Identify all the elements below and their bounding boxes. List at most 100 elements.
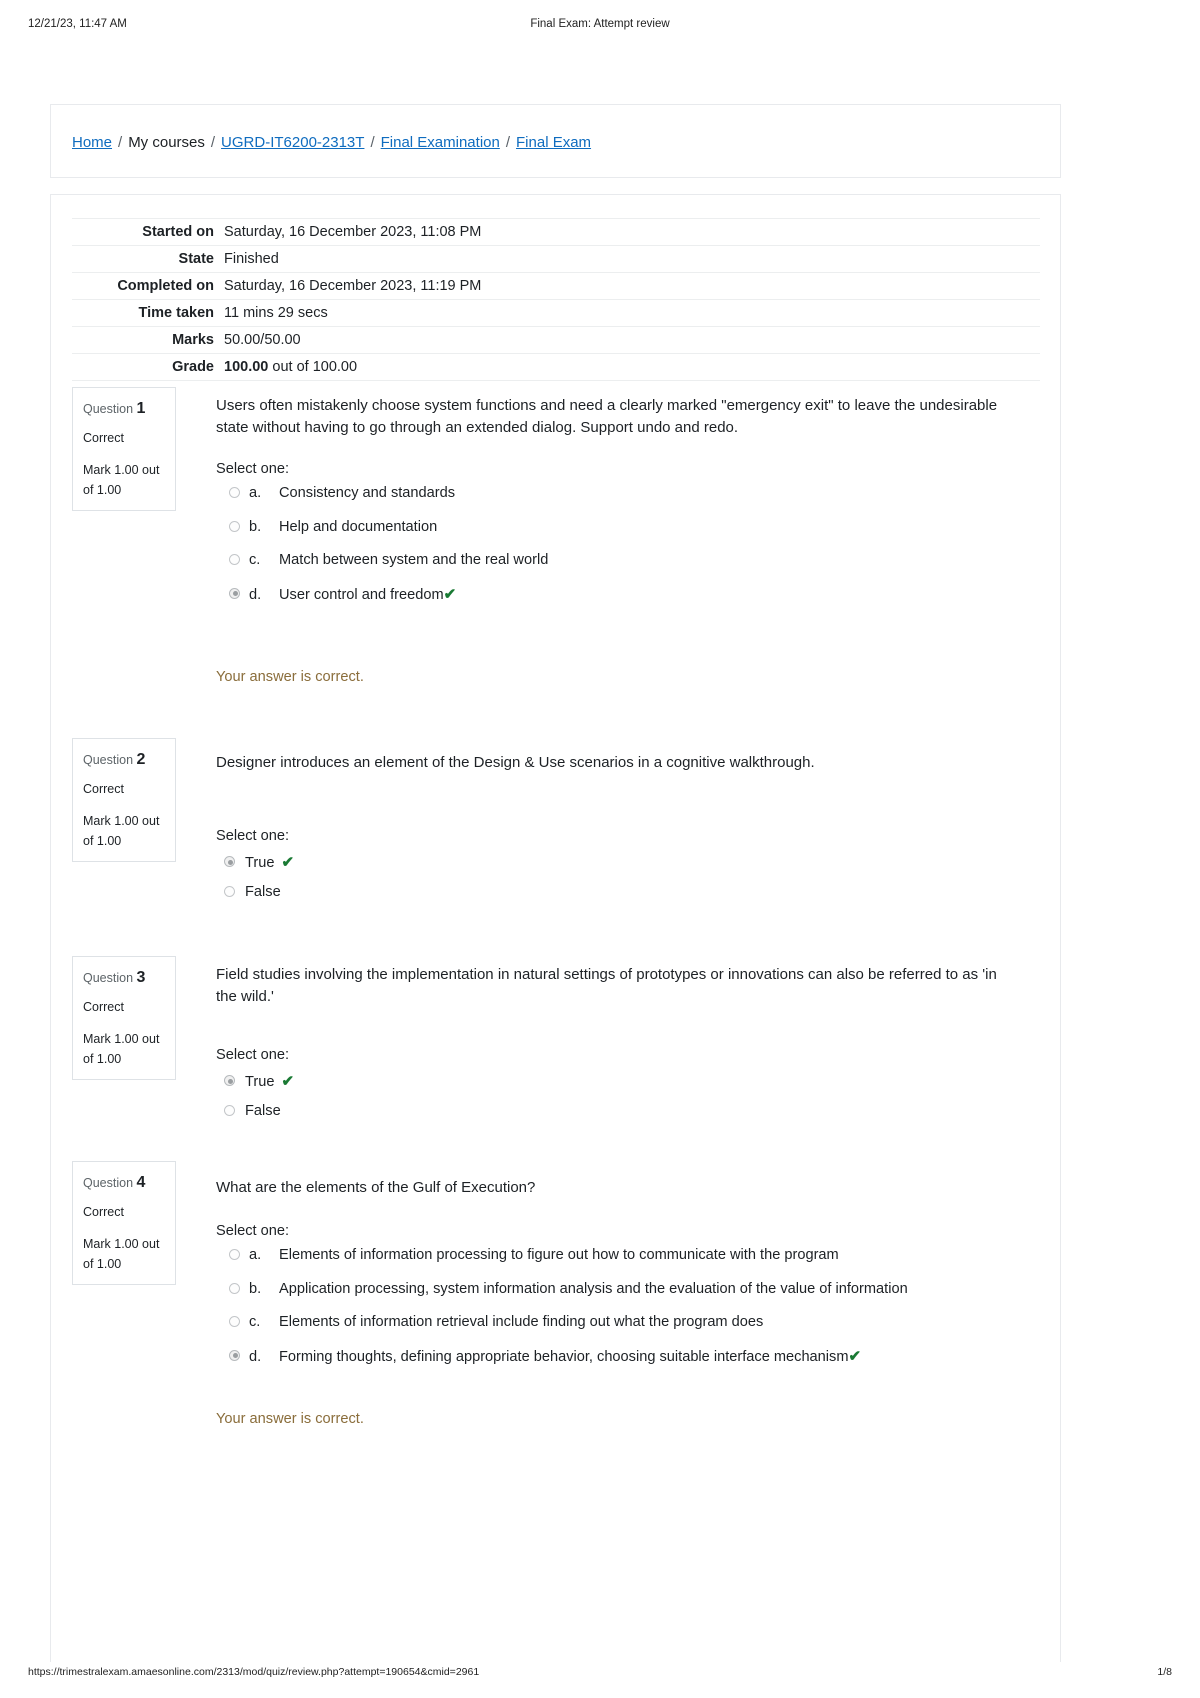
answer-option[interactable]: b. Help and documentation xyxy=(229,517,1039,537)
answer-option-letter: d. xyxy=(249,586,262,603)
question-feedback: Your answer is correct. xyxy=(216,669,364,685)
question-number-value: 3 xyxy=(136,969,146,986)
breadcrumb: Home / My courses / UGRD-IT6200-2313T / Final … xyxy=(72,134,591,151)
answer-option-letter: a. xyxy=(249,1247,262,1263)
summary-row: State Finished xyxy=(72,245,1040,273)
answer-option[interactable]: True ✔ xyxy=(224,852,1034,873)
summary-row-value: 100.00 out of 100.00 xyxy=(224,359,358,375)
select-one-label: Select one: xyxy=(216,828,290,844)
question-text: Field studies involving the implementati… xyxy=(216,966,997,1006)
answer-option-text: False xyxy=(245,1103,281,1119)
answer-option-letter: d. xyxy=(249,1348,262,1365)
radio-unselected-icon[interactable] xyxy=(229,520,240,532)
answer-option[interactable]: a. Consistency and standards xyxy=(229,483,1039,503)
radio-selected-icon[interactable] xyxy=(229,587,240,599)
summary-row-grade: Grade 100.00 out of 100.00 xyxy=(72,353,1040,381)
summary-row: Marks 50.00/50.00 xyxy=(72,326,1040,354)
correct-check-icon: ✔ xyxy=(848,1347,862,1365)
print-footer-url: https://trimestralexam.amaesonline.com/2… xyxy=(28,1666,480,1678)
breadcrumb-item-home[interactable]: Home xyxy=(72,134,112,151)
radio-unselected-icon[interactable] xyxy=(224,886,235,897)
breadcrumb-item-final-exam[interactable]: Final Exam xyxy=(516,134,591,151)
summary-row: Completed on Saturday, 16 December 2023, … xyxy=(72,272,1040,300)
print-footer-pagenum: 1/8 xyxy=(1157,1666,1172,1678)
answer-option-letter: c. xyxy=(249,552,261,568)
answer-option[interactable]: c. Elements of information retrieval incl… xyxy=(229,1312,1039,1332)
question-state: Correct xyxy=(83,430,124,445)
radio-selected-icon[interactable] xyxy=(224,1075,235,1086)
correct-check-icon: ✔ xyxy=(443,585,457,603)
summary-row: Time taken 11 mins 29 secs xyxy=(72,299,1040,327)
answer-option-text: Match between system and the real world xyxy=(279,552,549,568)
breadcrumb-item-ugrd-it6200-2313t[interactable]: UGRD-IT6200-2313T xyxy=(221,134,364,151)
answer-option-text: Elements of information processing to fi… xyxy=(279,1247,839,1263)
question-block: Question 4 Correct Mark 1.00 out of 1.00 Wh… xyxy=(72,1161,1040,1461)
question-info-box: Question 3 Correct Mark 1.00 out of 1.00 xyxy=(72,956,176,1080)
question-text: Designer introduces an element of the De… xyxy=(216,754,815,771)
question-number-value: 2 xyxy=(136,751,146,768)
answer-option-text: Consistency and standards xyxy=(279,485,456,501)
answer-option[interactable]: a. Elements of information processing to … xyxy=(229,1245,1039,1265)
question-mark: Mark 1.00 out of 1.00 xyxy=(83,1237,160,1271)
radio-selected-icon[interactable] xyxy=(224,856,235,867)
question-block: Question 1 Correct Mark 1.00 out of 1.00 Us… xyxy=(72,387,1040,687)
question-state: Correct xyxy=(83,1204,124,1219)
answer-option-text: False xyxy=(245,884,281,900)
summary-row-label: Grade xyxy=(172,359,214,375)
answer-option[interactable]: True ✔ xyxy=(224,1071,1034,1092)
question-state: Correct xyxy=(83,781,124,796)
answer-option[interactable]: b. Application processing, system informa… xyxy=(229,1279,1039,1299)
question-info-box: Question 2 Correct Mark 1.00 out of 1.00 xyxy=(72,738,176,862)
summary-row-value: 50.00/50.00 xyxy=(224,332,301,348)
print-footer: https://trimestralexam.amaesonline.com/2… xyxy=(0,1666,1200,1682)
answer-option-text: Application processing, system informati… xyxy=(279,1280,908,1297)
summary-row-value: 11 mins 29 secs xyxy=(224,305,328,321)
breadcrumb-separator: / xyxy=(370,134,375,151)
summary-row-label: State xyxy=(178,251,214,267)
answer-option-letter: b. xyxy=(249,518,262,535)
question-number: Question 4 xyxy=(83,1174,146,1191)
answer-option-text: Forming thoughts, defining appropriate b… xyxy=(279,1348,849,1365)
question-mark: Mark 1.00 out of 1.00 xyxy=(83,463,160,497)
summary-row: Started on Saturday, 16 December 2023, 11… xyxy=(72,218,1040,246)
radio-selected-icon[interactable] xyxy=(229,1349,240,1361)
summary-row-value: Saturday, 16 December 2023, 11:08 PM xyxy=(224,224,482,240)
summary-row-label: Started on xyxy=(142,224,214,240)
radio-unselected-icon[interactable] xyxy=(229,487,240,498)
radio-unselected-icon[interactable] xyxy=(229,1282,240,1294)
breadcrumb-separator: / xyxy=(118,134,123,151)
answer-option-letter: a. xyxy=(249,485,262,501)
attempt-summary-table: Started on Saturday, 16 December 2023, 11… xyxy=(72,218,1040,381)
answer-option[interactable]: False xyxy=(224,1101,1034,1121)
answer-option-letter: c. xyxy=(249,1314,261,1330)
question-number: Question 1 xyxy=(83,400,146,417)
question-feedback: Your answer is correct. xyxy=(216,1411,364,1427)
question-mark: Mark 1.00 out of 1.00 xyxy=(83,1032,160,1066)
radio-unselected-icon[interactable] xyxy=(224,1105,235,1116)
question-mark: Mark 1.00 out of 1.00 xyxy=(83,814,160,848)
radio-unselected-icon[interactable] xyxy=(229,1316,240,1327)
breadcrumb-separator: / xyxy=(210,134,216,151)
answer-option[interactable]: d. User control and freedom✔ xyxy=(229,584,1039,605)
answer-option[interactable]: False xyxy=(224,882,1034,902)
breadcrumb-separator: / xyxy=(505,134,511,151)
print-header-title: Final Exam: Attempt review xyxy=(530,18,670,30)
breadcrumb-item-my-courses: My courses xyxy=(128,134,205,151)
answer-option-text: Help and documentation xyxy=(279,518,438,535)
summary-row-value: Saturday, 16 December 2023, 11:19 PM xyxy=(224,278,482,294)
summary-row-label: Completed on xyxy=(117,278,214,294)
summary-row-label: Marks xyxy=(172,332,214,348)
breadcrumb-item-final-examination[interactable]: Final Examination xyxy=(381,134,500,151)
radio-unselected-icon[interactable] xyxy=(229,554,240,565)
answer-option-text: Elements of information retrieval includ… xyxy=(279,1314,764,1330)
answer-option[interactable]: d. Forming thoughts, defining appropriate… xyxy=(229,1346,1039,1367)
answer-option-text: True xyxy=(245,855,275,871)
grade-value: 100.00 xyxy=(224,359,269,375)
question-info-box: Question 4 Correct Mark 1.00 out of 1.00 xyxy=(72,1161,176,1285)
radio-unselected-icon[interactable] xyxy=(229,1249,240,1260)
correct-check-icon: ✔ xyxy=(281,1073,295,1090)
correct-check-icon: ✔ xyxy=(281,854,295,871)
question-text: What are the elements of the Gulf of Exe… xyxy=(216,1179,536,1196)
summary-row-value: Finished xyxy=(224,251,279,267)
answer-option[interactable]: c. Match between system and the real worl… xyxy=(229,550,1039,570)
